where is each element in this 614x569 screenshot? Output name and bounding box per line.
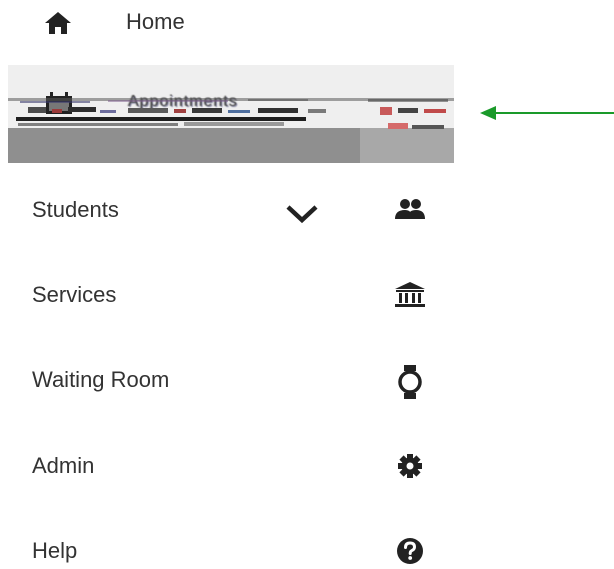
nav-item-label: Help [32,538,78,563]
nav-item-waiting-room[interactable]: Waiting Room [0,350,460,410]
nav-item-label: Home [126,9,185,34]
bank-icon [392,280,428,310]
watch-icon [392,365,428,399]
nav-item-label: Students [32,197,119,222]
glitch-artifacts [8,98,454,163]
nav-item-home[interactable]: Home [0,0,460,46]
nav-item-label: Waiting Room [32,367,170,392]
nav-item-services[interactable]: Services [0,265,460,325]
nav-item-label: Services [32,282,117,307]
nav-item-label: Admin [32,453,95,478]
people-icon [392,195,428,225]
gear-icon [392,451,428,481]
pointer-arrow [480,106,614,120]
home-icon [44,10,72,36]
nav-item-help[interactable]: Help [0,521,460,569]
nav-item-students[interactable]: Students [0,180,460,240]
nav-item-appointments[interactable]: Appointments [8,65,454,163]
nav-item-admin[interactable]: Admin [0,436,460,496]
help-circle-icon [392,536,428,566]
navigation-menu: Home Appointments [0,0,614,569]
chevron-down-icon[interactable] [285,202,319,224]
